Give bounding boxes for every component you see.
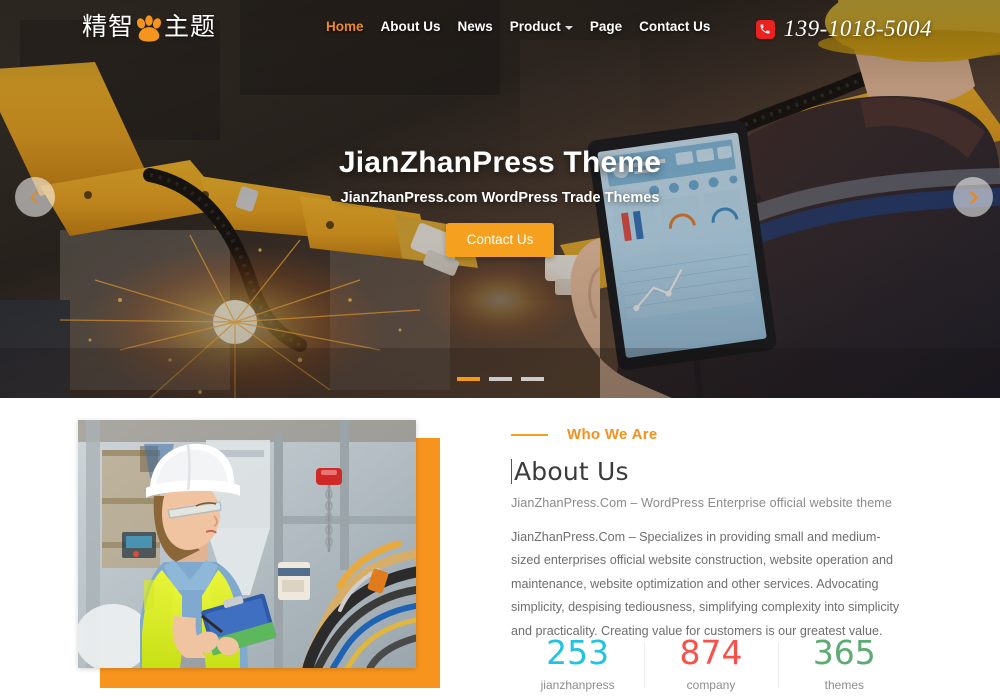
about-body-text: JianZhanPress.Com – Specializes in provi…	[511, 530, 900, 638]
counter-jianzhanpress: 253 jianzhanpress	[511, 633, 644, 692]
header-phone[interactable]: 139-1018-5004	[755, 16, 932, 42]
nav-item-home[interactable]: Home	[326, 20, 364, 34]
text-caret	[511, 459, 512, 484]
about-heading-text: About Us	[514, 457, 629, 486]
slider-pagination	[0, 377, 1000, 381]
counter-label: jianzhanpress	[540, 677, 615, 692]
about-photo-wrapper	[78, 420, 440, 688]
hero-content: JianZhanPress Theme JianZhanPress.com Wo…	[0, 145, 1000, 257]
about-text-column: Who We Are About Us JianZhanPress.Com – …	[511, 426, 911, 643]
about-eyebrow: Who We Are	[511, 426, 911, 443]
nav-label: About Us	[380, 19, 441, 34]
site-header: 精智 主题 Home About Us News Product Page Co…	[0, 0, 1000, 58]
nav-label: Page	[589, 19, 623, 34]
slider-next-button[interactable]	[953, 177, 993, 217]
hero-slider: 精智 主题 Home About Us News Product Page Co…	[0, 0, 1000, 398]
about-counters: 253 jianzhanpress 874 company 365 themes	[511, 633, 911, 692]
nav-item-product[interactable]: Product	[510, 20, 573, 34]
about-photo	[78, 420, 416, 668]
chevron-down-icon	[564, 25, 573, 30]
logo-text-left: 精智	[82, 12, 135, 41]
phone-icon	[755, 19, 775, 39]
chevron-left-icon	[30, 190, 43, 204]
eyebrow-label: Who We Are	[567, 426, 658, 443]
about-heading: About Us	[511, 457, 911, 486]
hero-subtitle: JianZhanPress.com WordPress Trade Themes	[340, 190, 660, 206]
counter-themes: 365 themes	[777, 633, 911, 692]
slider-prev-button[interactable]	[15, 177, 55, 217]
logo-text-right: 主题	[164, 12, 217, 41]
nav-item-about-us[interactable]: About Us	[381, 20, 441, 34]
paw-icon	[134, 14, 164, 42]
phone-number: 139-1018-5004	[783, 16, 932, 41]
slider-dot-3[interactable]	[520, 377, 544, 381]
slider-dot-1[interactable]	[456, 377, 480, 381]
chevron-right-icon	[965, 190, 978, 204]
slider-dot-2[interactable]	[488, 377, 512, 381]
counter-value: 365	[812, 633, 876, 672]
main-navigation: Home About Us News Product Page Contact …	[326, 20, 710, 34]
counter-value: 253	[546, 633, 610, 672]
counter-label: company	[686, 677, 736, 692]
nav-label: Home	[326, 19, 364, 34]
counter-value: 874	[679, 633, 743, 672]
eyebrow-divider	[511, 433, 548, 436]
site-logo[interactable]: 精智 主题	[82, 12, 217, 42]
counter-company: 874 company	[644, 633, 777, 692]
nav-item-news[interactable]: News	[458, 20, 493, 34]
counter-label: themes	[824, 677, 864, 692]
about-section: Who We Are About Us JianZhanPress.Com – …	[0, 398, 1000, 700]
nav-label: Contact Us	[639, 19, 711, 34]
nav-item-page[interactable]: Page	[590, 20, 622, 34]
nav-label: News	[457, 19, 493, 34]
nav-label: Product	[509, 19, 561, 34]
about-lead-text: JianZhanPress.Com – WordPress Enterprise…	[511, 496, 893, 510]
nav-item-contact-us[interactable]: Contact Us	[639, 20, 710, 34]
hero-contact-us-button[interactable]: Contact Us	[445, 223, 555, 257]
hero-title: JianZhanPress Theme	[338, 146, 662, 179]
